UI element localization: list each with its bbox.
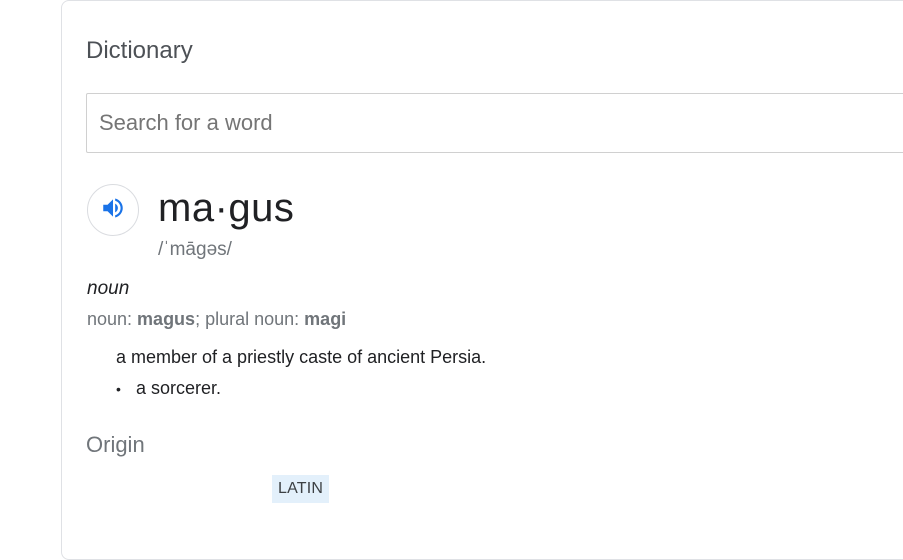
noun-form-value: magus (137, 309, 196, 329)
pronunciation-audio-button[interactable] (87, 184, 139, 236)
origin-language-chip[interactable]: LATIN (272, 475, 330, 503)
definition-primary: a member of a priestly caste of ancient … (116, 347, 487, 367)
part-of-speech: noun (87, 278, 130, 299)
phonetic-transcription: /ˈmāɡəs/ (158, 239, 232, 260)
noun-form-label: noun: (87, 309, 138, 329)
search-input[interactable] (87, 94, 903, 152)
dictionary-heading: Dictionary (86, 37, 193, 64)
plural-form-value: magi (304, 309, 347, 329)
bullet-icon: • (116, 380, 121, 397)
word-forms: noun: magus; plural noun: magi (87, 309, 346, 330)
dictionary-card (61, 0, 903, 560)
forms-separator: ; (195, 309, 206, 329)
speaker-icon (100, 195, 126, 226)
search-box[interactable] (86, 93, 903, 153)
definition-secondary: • a sorcerer. (116, 378, 221, 399)
definition-secondary-text: a sorcerer. (136, 378, 222, 398)
plural-form-label: plural noun: (205, 309, 305, 329)
origin-heading: Origin (86, 432, 145, 457)
headword: ma·gus (158, 186, 295, 230)
